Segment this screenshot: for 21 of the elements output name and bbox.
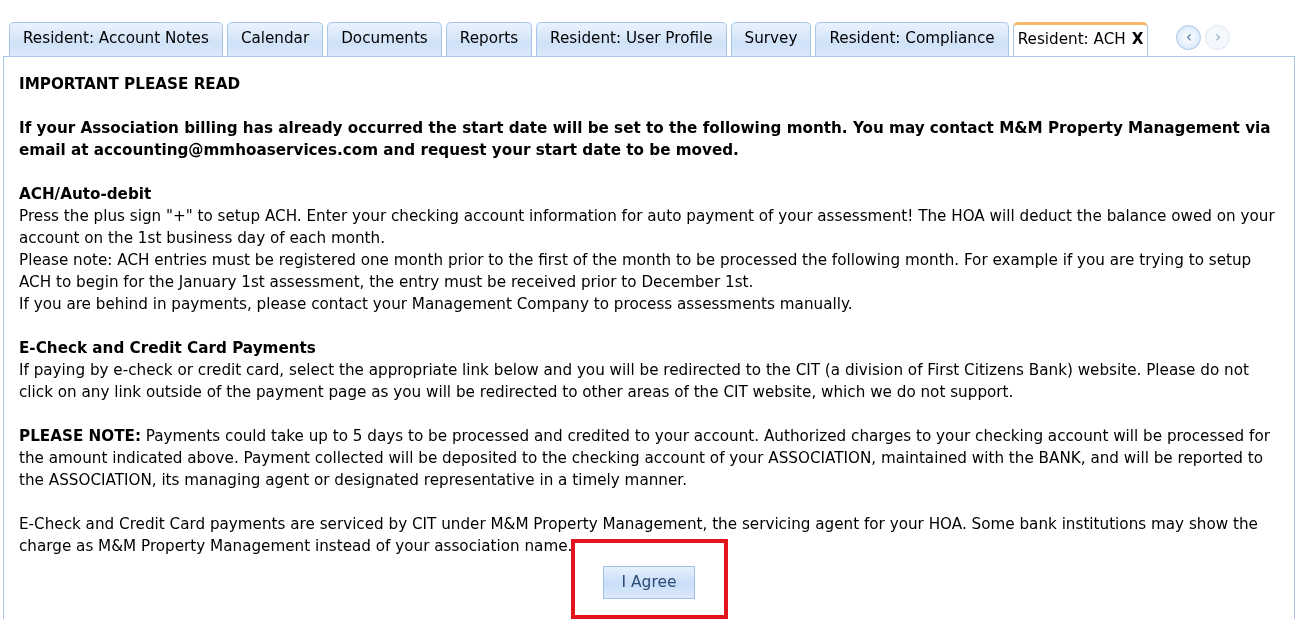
agree-button[interactable]: I Agree [603,566,695,600]
tab[interactable]: Resident: Account Notes [9,22,223,56]
paragraph: Please note: ACH entries must be registered one month prior to the first of the month to be processed the following month. For example if you are trying to setup ACH to begin for the January 1st assessment, the entry must be received prior to December 1st. [19,250,1253,293]
tab[interactable]: Documents [327,22,442,56]
tab[interactable]: Reports [445,22,533,56]
section-heading: E-Check and Credit Card Payments [19,338,317,359]
tab[interactable]: Resident: Compliance [815,22,1009,56]
tab[interactable]: Calendar [226,22,324,56]
paragraph: Press the plus sign "+" to setup ACH. Enter your checking account information for auto payment of your assessment! The HOA will deduct the balance owed on your account on the 1st business day of each month. [19,206,1276,249]
section-heading: IMPORTANT PLEASE READ [19,74,242,95]
paragraph: If you are behind in payments, please contact your Management Company to process assessments manually. [19,294,854,315]
section-heading: ACH/Auto-debit [19,184,153,205]
tab[interactable]: Resident: ACH X [1012,22,1149,56]
scroll-left-button[interactable]: ‹ [1176,24,1202,50]
paragraph: If paying by e-check or credit card, select the appropriate link below and you will be redirected to the CIT (a division of First Citizens Bank) website. Please do not click on any link outside of the payment page as you will be redirected to other areas of the CIT website, which we do not support. [19,360,1250,403]
paragraph: E-Check and Credit Card payments are serviced by CIT under M&M Property Management, the servicing agent for your HOA. Some bank institutions may show the charge as M&M Property Management instead of your association name. [19,514,1259,557]
tab[interactable]: Resident: User Profile [536,22,727,56]
paragraph: PLEASE NOTE: Payments could take up to 5 days to be processed and credited to your account. Authorized charges to your checking account will be processed for the amount indicated above. Payment collected will be deposited to the checking account of your ASSOCIATION, maintained with the BANK, and will be reported to the ASSOCIATION, its managing agent or designated representative in a timely manner. [19,426,1271,491]
close-icon[interactable]: X [1131,30,1144,49]
section-heading: If your Association billing has already occurred the start date will be set to the following month. You may contact M&M Property Management via email at accounting@mmhoaservices.com and request your start date to be moved. [19,118,1272,161]
tab[interactable]: Survey [730,22,812,56]
